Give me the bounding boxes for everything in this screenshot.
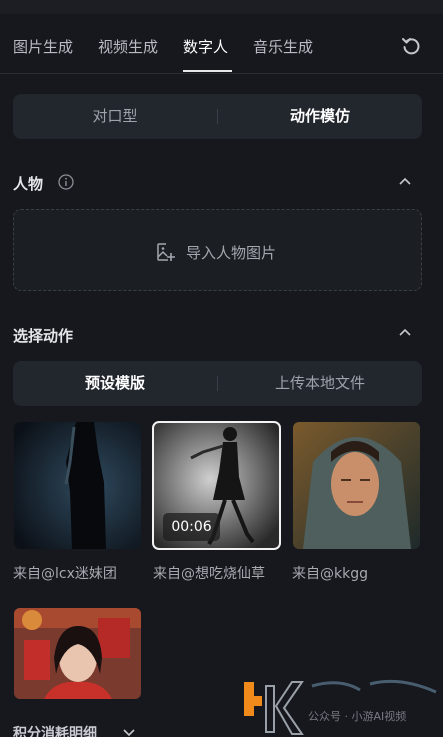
watermark-logo (244, 679, 437, 735)
motion-imitation-option[interactable]: 动作模仿 (218, 94, 422, 139)
upload-local-file-option[interactable]: 上传本地文件 (218, 361, 422, 406)
preset-template-option[interactable]: 预设模版 (13, 361, 217, 406)
template-caption: 来自@lcx迷妹团 (13, 566, 117, 582)
template-image (293, 422, 420, 549)
motion-section-title: 选择动作 (13, 327, 74, 345)
image-add-icon (157, 243, 175, 261)
top-strip (0, 0, 443, 14)
template-image (14, 422, 141, 549)
template-image (14, 608, 141, 699)
refresh-icon[interactable] (401, 36, 421, 56)
tab-digital-human[interactable]: 数字人 (183, 36, 228, 57)
info-icon[interactable] (58, 174, 74, 190)
top-tab-bar: 图片生成 视频生成 数字人 音乐生成 (0, 0, 443, 74)
video-duration-badge: 00:06 (163, 513, 220, 541)
mode-switch: 对口型 动作模仿 (13, 94, 422, 139)
active-tab-indicator (183, 70, 232, 72)
import-person-image-area[interactable]: 导入人物图片 (13, 209, 422, 291)
tab-image-generation[interactable]: 图片生成 (13, 36, 73, 57)
template-thumbnail-selected[interactable]: 00:06 (152, 421, 281, 550)
chevron-up-icon[interactable] (399, 328, 411, 336)
chevron-up-icon[interactable] (399, 177, 411, 185)
motion-source-switch: 预设模版 上传本地文件 (13, 361, 422, 406)
template-thumbnail[interactable] (14, 608, 141, 699)
chevron-down-icon[interactable] (123, 729, 135, 737)
template-caption: 来自@想吃烧仙草 (153, 566, 265, 582)
tab-music-generation[interactable]: 音乐生成 (253, 36, 313, 57)
template-thumbnail[interactable] (293, 422, 420, 549)
lip-sync-option[interactable]: 对口型 (13, 94, 217, 139)
points-consumption-details[interactable]: 积分消耗明细 (13, 723, 97, 737)
person-section-title: 人物 (13, 175, 44, 193)
import-person-image-label: 导入人物图片 (186, 244, 277, 262)
watermark-text: 公众号 · 小游AI视频 (308, 710, 407, 723)
template-thumbnail[interactable] (14, 422, 141, 549)
tab-video-generation[interactable]: 视频生成 (98, 36, 158, 57)
template-caption: 来自@kkgg (292, 566, 368, 582)
